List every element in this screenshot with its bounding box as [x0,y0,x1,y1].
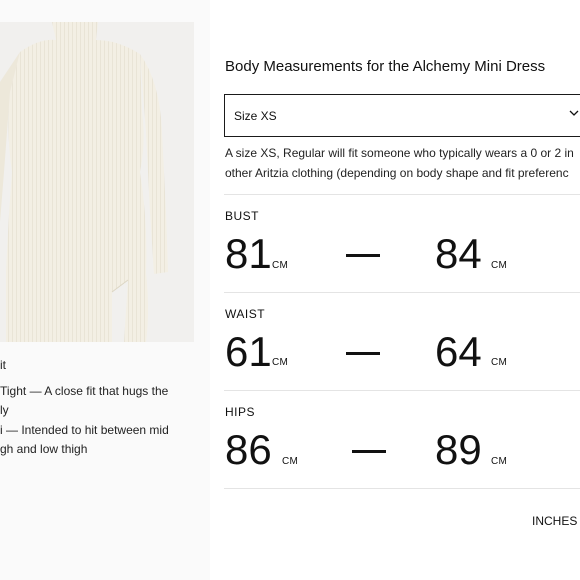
size-select[interactable]: Size XS [224,94,580,137]
measurement-unit: CM [282,456,299,467]
size-description-line: other Aritzia clothing (depending on bod… [225,166,569,180]
product-image [0,22,194,342]
size-description-line: A size XS, Regular will fit someone who … [225,146,574,160]
fit-heading: it [0,358,6,372]
fit-description-line: Tight — A close fit that hugs the [0,384,169,398]
measurement-min: 86 [225,426,272,473]
measurement-max: 84 [435,230,482,277]
range-dash [346,352,380,355]
dress-illustration [0,22,168,342]
length-description-line: gh and low thigh [0,442,88,456]
measurement-unit: CM [491,260,508,271]
measurement-unit: CM [491,456,508,467]
measurement-label: HIPS [225,405,256,419]
divider [224,488,580,489]
divider [224,390,580,391]
range-dash [352,450,386,453]
measurement-min: 81 [225,230,272,277]
measurement-label: WAIST [225,307,266,321]
divider [224,194,580,195]
measurement-min: 61 [225,328,272,375]
measurement-label: BUST [225,209,260,223]
range-dash [346,254,380,257]
size-select-value: Size XS [234,109,277,123]
product-panel: it Tight — A close fit that hugs the ly … [0,0,210,580]
inches-toggle[interactable]: INCHES [532,514,577,528]
measurement-unit: CM [272,260,289,271]
measurement-max: 64 [435,328,482,375]
measurement-unit: CM [272,357,289,368]
length-description-line: i — Intended to hit between mid [0,423,169,437]
measurement-unit: CM [491,357,508,368]
divider [224,292,580,293]
fit-description-line: ly [0,403,9,417]
measurement-max: 89 [435,426,482,473]
chevron-down-icon [569,110,579,116]
modal-title: Body Measurements for the Alchemy Mini D… [225,58,546,75]
